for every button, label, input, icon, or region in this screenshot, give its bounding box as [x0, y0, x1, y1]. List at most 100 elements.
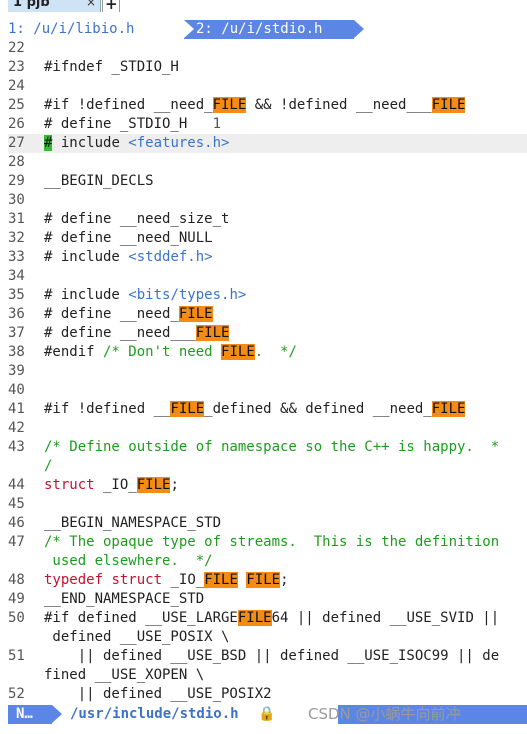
code-line[interactable]: /: [8, 457, 527, 476]
buffer-tab-libio[interactable]: 1: /u/i/libio.h: [8, 20, 174, 39]
line-number: 31: [8, 211, 25, 227]
code-line[interactable]: 37 # define __need___FILE: [8, 324, 527, 343]
line-number: 36: [8, 306, 25, 322]
code-token: _IO_: [162, 572, 205, 588]
line-number: 52: [8, 686, 25, 702]
line-number: 28: [8, 154, 25, 170]
search-match: FILE: [431, 401, 466, 417]
code-token: /: [44, 458, 53, 474]
code-token: include: [52, 135, 129, 151]
code-line[interactable]: 28: [8, 153, 527, 172]
code-token: # include: [44, 249, 129, 265]
separator-arrow: [184, 20, 194, 38]
status-line: N… /usr/include/stdio.h 🔒 CSDN @小蜗牛向前冲: [8, 705, 527, 724]
code-line[interactable]: 24: [8, 77, 527, 96]
line-text: __BEGIN_NAMESPACE_STD: [44, 514, 221, 533]
line-number: 49: [8, 591, 25, 607]
code-token: # include: [44, 287, 129, 303]
code-line[interactable]: used elsewhere. */: [8, 552, 527, 571]
code-line[interactable]: 38 #endif /* Don't need FILE. */: [8, 343, 527, 362]
code-token: && !defined __need___: [246, 97, 432, 113]
search-match: FILE: [246, 572, 281, 588]
line-text: # include <bits/types.h>: [44, 286, 246, 305]
line-number: 29: [8, 173, 25, 189]
code-line[interactable]: 27 # include <features.h>: [8, 134, 527, 153]
line-text: fined __USE_XOPEN \: [44, 666, 204, 685]
line-text: defined __USE_POSIX \: [44, 628, 229, 647]
vim-editor[interactable]: 1: /u/i/libio.h 2: /u/i/stdio.h 22 23 #ifn…: [8, 12, 527, 734]
buffer-tab-stdio[interactable]: 2: /u/i/stdio.h: [184, 20, 354, 39]
code-line[interactable]: 33 # include <stddef.h>: [8, 248, 527, 267]
code-line[interactable]: 34: [8, 267, 527, 286]
code-token: struct: [111, 572, 163, 588]
code-line[interactable]: fined __USE_XOPEN \: [8, 666, 527, 685]
code-token: __END_NAMESPACE_STD: [44, 591, 205, 607]
code-token: || defined __USE_BSD || defined __USE_IS…: [44, 648, 500, 664]
code-token: _defined && defined __need_: [204, 401, 432, 417]
tab-title: 1 pjb: [13, 0, 50, 10]
code-line[interactable]: 39: [8, 362, 527, 381]
code-line[interactable]: 50 #if defined __USE_LARGEFILE64 || defin…: [8, 609, 527, 628]
code-token: # define _STDIO_H: [44, 116, 213, 132]
search-match: FILE: [212, 97, 247, 113]
line-text: #ifndef _STDIO_H: [44, 58, 179, 77]
code-line[interactable]: 44 struct _IO_FILE;: [8, 476, 527, 495]
search-match: FILE: [221, 344, 255, 360]
code-token: # define __need_: [44, 306, 179, 322]
code-line[interactable]: 43 /* Define outside of namespace so the …: [8, 438, 527, 457]
code-line[interactable]: 46 __BEGIN_NAMESPACE_STD: [8, 514, 527, 533]
code-line[interactable]: 26 # define _STDIO_H 1: [8, 115, 527, 134]
code-line[interactable]: 31 # define __need_size_t: [8, 210, 527, 229]
search-match: FILE: [136, 477, 171, 493]
code-line[interactable]: 48 typedef struct _IO_FILE FILE;: [8, 571, 527, 590]
search-match: FILE: [204, 572, 238, 588]
line-text: #if !defined __FILE_defined && defined _…: [44, 400, 466, 419]
code-token: ;: [280, 572, 289, 588]
code-line[interactable]: 23 #ifndef _STDIO_H: [8, 58, 527, 77]
code-token: <stddef.h>: [128, 249, 213, 265]
code-area[interactable]: 22 23 #ifndef _STDIO_H 24 25 #if !defined __n…: [8, 39, 527, 715]
code-line[interactable]: 41 #if !defined __FILE_defined && defined…: [8, 400, 527, 419]
search-match: FILE: [431, 97, 466, 113]
line-number: 26: [8, 116, 25, 132]
line-number: 43: [8, 439, 25, 455]
code-line[interactable]: 35 # include <bits/types.h>: [8, 286, 527, 305]
code-line[interactable]: 36 # define __need_FILE: [8, 305, 527, 324]
code-line[interactable]: 45: [8, 495, 527, 514]
code-token: /* Don't need: [103, 344, 222, 360]
line-number: 24: [8, 78, 25, 94]
line-text: /: [44, 457, 52, 476]
code-line[interactable]: 22: [8, 39, 527, 58]
code-line[interactable]: 52 || defined __USE_POSIX2: [8, 685, 527, 704]
line-number: 23: [8, 59, 25, 75]
code-line[interactable]: 40: [8, 381, 527, 400]
code-token: #if !defined __need_: [44, 97, 213, 113]
line-number: 40: [8, 382, 25, 398]
line-text: #if defined __USE_LARGEFILE64 || defined…: [44, 609, 499, 628]
tab-pjb[interactable]: 1 pjb ×: [8, 0, 101, 12]
code-line[interactable]: 25 #if !defined __need_FILE && !defined _…: [8, 96, 527, 115]
code-token: __BEGIN_DECLS: [44, 173, 154, 189]
close-icon[interactable]: ×: [86, 0, 96, 9]
line-number: 46: [8, 515, 25, 531]
code-token: /* The opaque type of streams. This is t…: [44, 534, 500, 550]
code-token: 64 || defined __USE_SVID ||: [271, 610, 500, 626]
code-line[interactable]: 47 /* The opaque type of streams. This is…: [8, 533, 527, 552]
code-token: fined __USE_XOPEN \: [44, 667, 205, 683]
code-line[interactable]: defined __USE_POSIX \: [8, 628, 527, 647]
line-text: # include <stddef.h>: [44, 248, 213, 267]
line-number: 33: [8, 249, 25, 265]
code-line[interactable]: 32 # define __need_NULL: [8, 229, 527, 248]
code-token: _IO_: [94, 477, 137, 493]
line-number: 39: [8, 363, 25, 379]
code-token: || defined __USE_POSIX2: [44, 686, 272, 702]
line-number: 22: [8, 40, 25, 56]
code-line[interactable]: 30: [8, 191, 527, 210]
code-token: # define __need_NULL: [44, 230, 213, 246]
code-line[interactable]: 49 __END_NAMESPACE_STD: [8, 590, 527, 609]
separator-arrow: [354, 20, 364, 38]
code-token: <features.h>: [128, 135, 230, 151]
code-line[interactable]: 51 || defined __USE_BSD || defined __USE…: [8, 647, 527, 666]
code-line[interactable]: 42: [8, 419, 527, 438]
code-line[interactable]: 29 __BEGIN_DECLS: [8, 172, 527, 191]
